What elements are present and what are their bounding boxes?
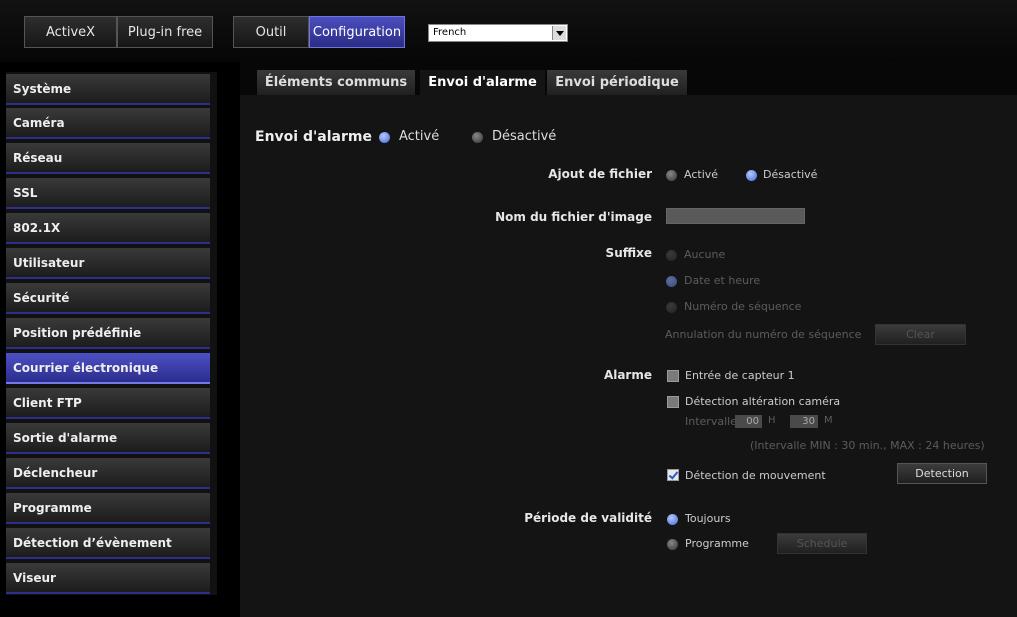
envoi-alarme-inactive-label: Désactivé [492,129,557,144]
configuration-button[interactable]: Configuration [309,16,405,48]
sidebar-item-programme[interactable]: Programme [6,493,210,524]
tab-elements-communs[interactable]: Éléments communs [257,70,415,95]
alteration-checkbox[interactable] [667,396,679,408]
envoi-alarme-label: Envoi d'alarme [255,129,372,145]
suffixe-label: Suffixe [605,246,652,260]
sidebar-item-systeme[interactable]: Système [6,74,210,105]
periode-label: Période de validité [524,511,652,525]
sidebar-item-reseau[interactable]: Réseau [6,143,210,174]
ajout-fichier-inactive-radio[interactable] [746,170,757,181]
ajout-fichier-active-label: Activé [684,168,719,181]
periode-toujours-radio[interactable] [667,514,678,525]
main-panel: Éléments communs Envoi d'alarme Envoi pé… [240,62,1017,617]
clear-button[interactable]: Clear [875,324,966,345]
nom-fichier-label: Nom du fichier d'image [495,210,652,224]
schedule-button[interactable]: Schedule [777,533,867,554]
envoi-alarme-active-label: Activé [399,129,440,144]
language-select[interactable]: French [428,24,568,42]
ajout-fichier-active-radio[interactable] [666,170,677,181]
chevron-down-icon[interactable] [552,26,566,40]
sidebar-item-camera[interactable]: Caméra [6,108,210,139]
sidebar-item-8021x[interactable]: 802.1X [6,213,210,244]
tab-envoi-periodique[interactable]: Envoi périodique [547,70,687,95]
outil-button[interactable]: Outil [233,16,309,48]
plugin-free-button[interactable]: Plug-in free [117,16,213,48]
suffixe-sequence-radio[interactable] [666,302,677,313]
mouvement-label: Détection de mouvement [685,469,826,482]
capteur-label: Entrée de capteur 1 [685,369,795,382]
suffixe-date-radio[interactable] [666,276,677,287]
tab-bar: Éléments communs Envoi d'alarme Envoi pé… [240,62,1017,95]
sidebar-item-utilisateur[interactable]: Utilisateur [6,248,210,279]
capteur-checkbox[interactable] [667,370,679,382]
periode-toujours-label: Toujours [685,512,731,525]
annulation-label: Annulation du numéro de séquence [665,328,862,341]
sidebar: Système Caméra Réseau SSL 802.1X Utilisa… [6,72,217,595]
sidebar-item-sortie-alarme[interactable]: Sortie d'alarme [6,423,210,454]
sidebar-item-ssl[interactable]: SSL [6,178,210,209]
suffixe-sequence-label: Numéro de séquence [684,300,802,313]
sidebar-item-detection-evenement[interactable]: Détection d’évènement [6,528,210,559]
sidebar-item-viseur[interactable]: Viseur [6,563,210,594]
intervalle-minutes-input[interactable]: 30 [790,415,818,428]
suffixe-date-label: Date et heure [684,274,761,287]
suffixe-aucune-label: Aucune [684,248,726,261]
hours-unit-label: H [768,415,776,426]
envoi-alarme-active-radio[interactable] [379,132,390,143]
ajout-fichier-label: Ajout de fichier [548,167,652,181]
ajout-fichier-inactive-label: Désactivé [763,168,818,181]
alteration-label: Détection altération caméra [685,395,841,408]
nom-fichier-input[interactable] [666,208,805,224]
detection-button[interactable]: Detection [897,463,987,484]
periode-programme-label: Programme [685,537,749,550]
sidebar-item-client-ftp[interactable]: Client FTP [6,388,210,419]
top-bar: ActiveX Plug-in free Outil Configuration… [0,0,1017,62]
envoi-alarme-inactive-radio[interactable] [472,132,483,143]
sidebar-item-declencheur[interactable]: Déclencheur [6,458,210,489]
mouvement-checkbox[interactable] [667,469,679,481]
tab-envoi-alarme[interactable]: Envoi d'alarme [420,70,545,95]
sidebar-item-courrier-electronique[interactable]: Courrier électronique [6,353,210,384]
sidebar-item-position-predefinie[interactable]: Position prédéfinie [6,318,210,349]
sidebar-item-securite[interactable]: Sécurité [6,283,210,314]
suffixe-aucune-radio[interactable] [666,250,677,261]
alarme-label: Alarme [603,368,652,382]
intervalle-note: (Intervalle MIN : 30 min., MAX : 24 heur… [750,439,985,452]
language-select-value: French [433,27,467,38]
activex-button[interactable]: ActiveX [24,16,117,48]
intervalle-label: Intervalle [685,415,737,428]
intervalle-hours-input[interactable]: 00 [735,415,762,428]
periode-programme-radio[interactable] [667,539,678,550]
minutes-unit-label: M [824,415,833,426]
